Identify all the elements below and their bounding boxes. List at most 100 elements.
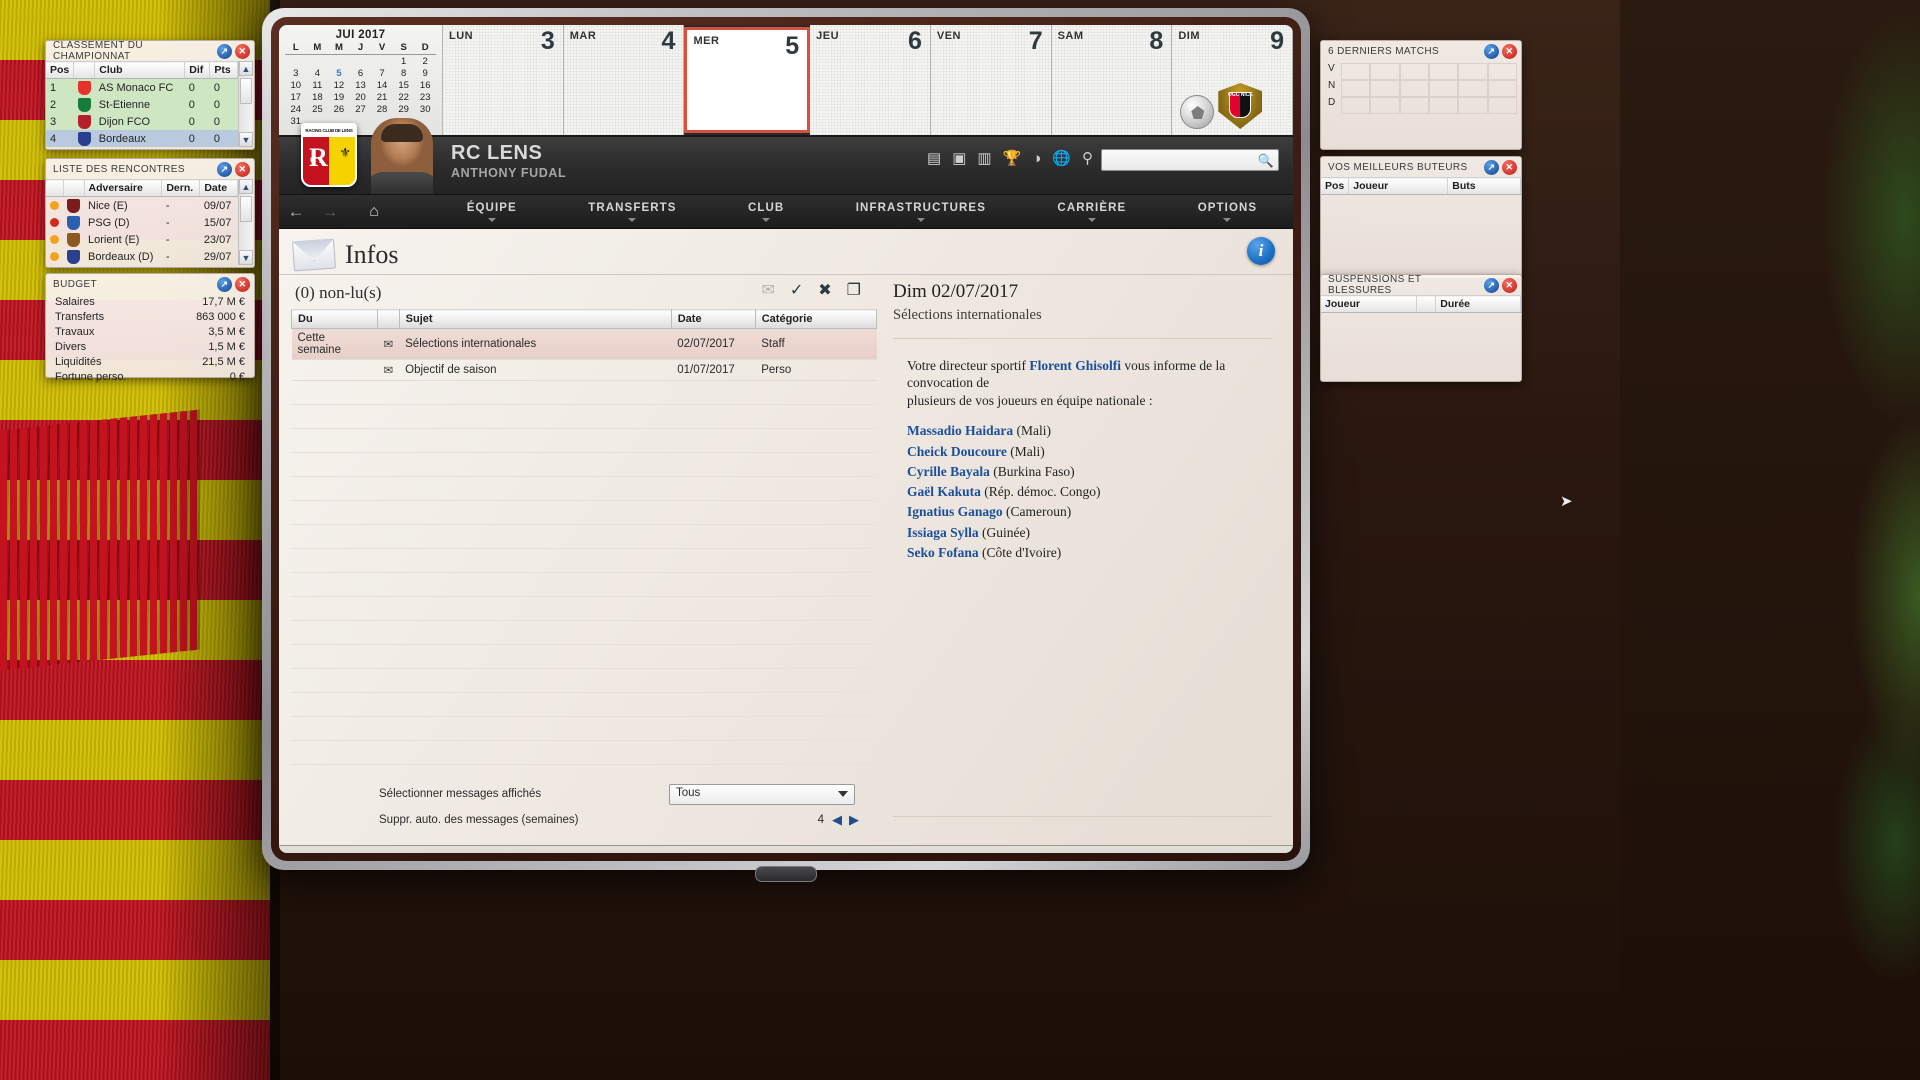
home-button[interactable]: ⌂: [357, 203, 391, 221]
top-scorers-column-0[interactable]: Pos: [1321, 177, 1350, 195]
calendar-day-7[interactable]: 7: [371, 67, 393, 79]
calendar-day-17[interactable]: 17: [285, 91, 307, 103]
panel-expand-button[interactable]: ↗: [217, 161, 232, 177]
player-link[interactable]: Gaël Kakuta: [907, 484, 981, 499]
calendar-day-9[interactable]: 9: [414, 67, 436, 79]
calendar-day-3[interactable]: 3: [285, 67, 307, 79]
calendar-day-26[interactable]: 26: [328, 103, 350, 115]
fixtures-column-2[interactable]: Adversaire: [84, 179, 163, 197]
scroll-up-icon[interactable]: ▲: [239, 61, 253, 76]
scroll-thumb[interactable]: [240, 196, 252, 222]
stepper-decrement-icon[interactable]: ◀: [832, 812, 842, 828]
nav-item-4[interactable]: CARRIÈRE: [1043, 202, 1140, 222]
fixtures-column-3[interactable]: Dern.: [161, 179, 201, 197]
suspensions-column-0[interactable]: Joueur: [1321, 295, 1417, 313]
month-calendar[interactable]: JUI 2017 LMMJVSD .....123456789101112131…: [279, 25, 443, 135]
panel-close-button[interactable]: ✕: [235, 161, 250, 177]
calendar-day-14[interactable]: 14: [371, 79, 393, 91]
tablet-home-button[interactable]: [755, 866, 817, 882]
player-link[interactable]: Seko Fofana: [907, 545, 979, 560]
table-row[interactable]: 1 AS Monaco FC 0 0: [46, 78, 238, 96]
table-row[interactable]: PSG (D) - 15/07: [46, 214, 238, 231]
calendar-day-25[interactable]: 25: [307, 103, 329, 115]
calendar-cell-jeu[interactable]: JEU 6: [810, 25, 931, 135]
calendar-day-20[interactable]: 20: [350, 91, 372, 103]
sporting-director-link[interactable]: Florent Ghisolfi: [1029, 358, 1121, 373]
table-row[interactable]: 4 Bordeaux 0 0: [46, 130, 238, 147]
scout-icon[interactable]: ⚲: [1082, 151, 1093, 166]
table-row[interactable]: Nice (E) - 09/07: [46, 197, 238, 215]
player-link[interactable]: Massadio Haidara: [907, 423, 1013, 438]
nav-item-0[interactable]: ÉQUIPE: [453, 202, 531, 222]
panel-close-button[interactable]: ✕: [235, 276, 250, 292]
calendar-day-22[interactable]: 22: [393, 91, 415, 103]
panel-expand-button[interactable]: ↗: [1484, 277, 1499, 293]
scroll-down-icon[interactable]: ▼: [239, 132, 253, 147]
calendar-day-13[interactable]: 13: [350, 79, 372, 91]
back-button[interactable]: ←: [279, 202, 313, 222]
calendar-day-18[interactable]: 18: [307, 91, 329, 103]
trophy-icon[interactable]: 🏆: [1003, 151, 1022, 166]
panel-expand-button[interactable]: ↗: [217, 276, 232, 292]
messages-column-header-1[interactable]: [377, 309, 400, 329]
calendar-day-4[interactable]: 4: [307, 67, 329, 79]
panel-expand-button[interactable]: ↗: [1484, 159, 1499, 175]
top-scorers-column-2[interactable]: Buts: [1447, 177, 1521, 195]
player-link[interactable]: Ignatius Ganago: [907, 504, 1003, 519]
standings-column-1[interactable]: [73, 61, 96, 79]
calendar-day-12[interactable]: 12: [328, 79, 350, 91]
standings-column-3[interactable]: Dif: [184, 61, 211, 79]
calendar-day-23[interactable]: 23: [414, 91, 436, 103]
player-link[interactable]: Cyrille Bayala: [907, 464, 990, 479]
calendar-cell-sam[interactable]: SAM 8: [1051, 25, 1173, 135]
reply-icon[interactable]: ✉: [761, 280, 774, 300]
fixtures-column-4[interactable]: Date: [199, 179, 238, 197]
calendar-day-16[interactable]: 16: [414, 79, 436, 91]
scroll-up-icon[interactable]: ▲: [239, 179, 253, 194]
stepper-increment-icon[interactable]: ▶: [849, 812, 859, 828]
nav-item-1[interactable]: TRANSFERTS: [574, 202, 690, 222]
calendar-day-5[interactable]: 5: [328, 67, 350, 79]
calendar-day-24[interactable]: 24: [285, 103, 307, 115]
table-row[interactable]: Cette semaine ✉ Sélections internationales…: [291, 328, 877, 360]
table-row[interactable]: 2 St-Etienne 0 0: [46, 96, 238, 113]
squad-list-icon[interactable]: ▤: [927, 151, 941, 166]
statistics-icon[interactable]: ▥: [977, 151, 991, 166]
calendar-day-19[interactable]: 19: [328, 91, 350, 103]
calendar-day-21[interactable]: 21: [371, 91, 393, 103]
calendar-day-15[interactable]: 15: [393, 79, 415, 91]
panel-expand-button[interactable]: ↗: [1484, 43, 1499, 59]
calendar-cell-mar[interactable]: MAR 4: [563, 25, 685, 135]
calendar-days-grid[interactable]: .....12345678910111213141516171819202122…: [285, 55, 436, 127]
scroll-thumb[interactable]: [240, 78, 252, 104]
calendar-day-8[interactable]: 8: [393, 67, 415, 79]
screenshot-icon[interactable]: ▣: [952, 151, 966, 166]
panel-close-button[interactable]: ✕: [235, 43, 250, 59]
calendar-day-10[interactable]: 10: [285, 79, 307, 91]
top-scorers-column-1[interactable]: Joueur: [1348, 177, 1449, 195]
panel-close-button[interactable]: ✕: [1502, 277, 1517, 293]
calendar-cell-lun[interactable]: LUN 3: [443, 25, 564, 135]
fixtures-column-0[interactable]: [46, 179, 64, 197]
calendar-day-11[interactable]: 11: [307, 79, 329, 91]
calendar-day-28[interactable]: 28: [371, 103, 393, 115]
calendar-day-1[interactable]: 1: [393, 55, 415, 67]
standings-column-0[interactable]: Pos: [46, 61, 75, 79]
standings-column-4[interactable]: Pts: [209, 61, 238, 79]
panel-close-button[interactable]: ✕: [1502, 43, 1517, 59]
panel-expand-button[interactable]: ↗: [217, 43, 232, 59]
calendar-cell-mer[interactable]: MER 5: [684, 27, 811, 133]
calendar-day-27[interactable]: 27: [350, 103, 372, 115]
calendar-cell-dim[interactable]: DIM 9 OGC NICE: [1172, 25, 1293, 135]
nav-item-5[interactable]: OPTIONS: [1184, 202, 1271, 222]
fixtures-scrollbar[interactable]: ▲ ▼: [238, 179, 253, 265]
player-link[interactable]: Cheick Doucoure: [907, 444, 1007, 459]
calendar-day-30[interactable]: 30: [414, 103, 436, 115]
table-row[interactable]: 3 Dijon FCO 0 0: [46, 113, 238, 130]
mark-read-icon[interactable]: ✓: [790, 280, 803, 300]
autodelete-stepper[interactable]: ◀ ▶: [832, 812, 859, 828]
table-row[interactable]: ✉ Objectif de saison 01/07/2017 Perso: [291, 359, 877, 381]
panel-close-button[interactable]: ✕: [1502, 159, 1517, 175]
calendar-day-2[interactable]: 2: [414, 55, 436, 67]
dynamic-icon[interactable]: ◑: [1032, 151, 1041, 166]
